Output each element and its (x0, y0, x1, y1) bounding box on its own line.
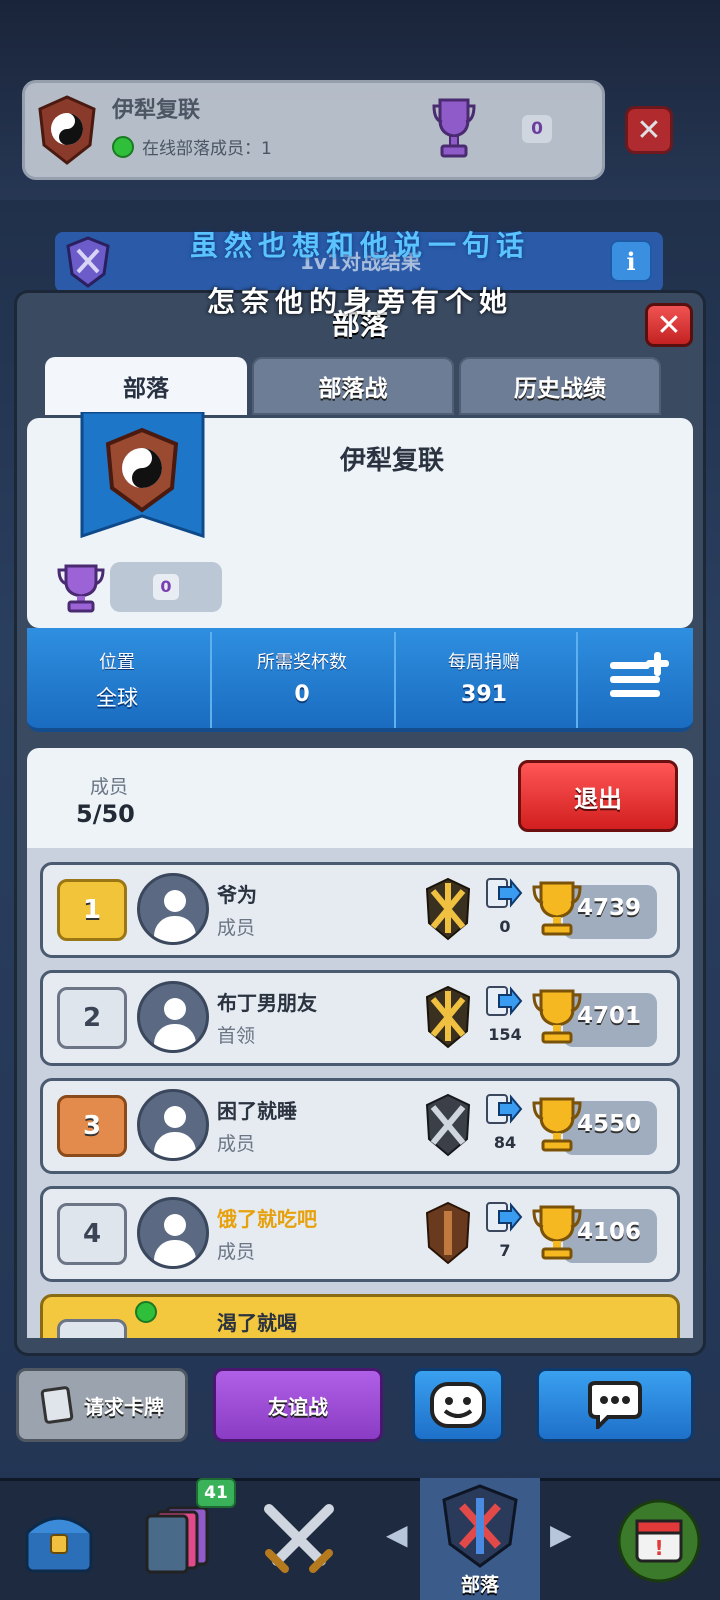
member-role: 首领 (217, 1025, 256, 1047)
donate-icon (486, 1202, 523, 1232)
member-name: 渴了就喝 (217, 1311, 297, 1335)
stat-location: 位置 全球 (27, 628, 207, 728)
avatar (137, 873, 209, 945)
member-trophies: 4701 (577, 1003, 642, 1029)
gold-sword-league-icon (425, 877, 471, 941)
menu-add-icon[interactable] (610, 652, 670, 702)
member-rank: 4 (57, 1203, 127, 1265)
members-label: 成员 (90, 776, 129, 798)
member-trophies: 4106 (577, 1219, 642, 1245)
online-members: 在线部落成员：1 (112, 134, 272, 159)
stat-weekly-donations: 每周捐赠 391 (396, 628, 572, 728)
gold-sword-league-icon (425, 985, 471, 1049)
silver-sword-league-icon (425, 1093, 471, 1157)
chat-button[interactable] (536, 1368, 694, 1442)
nav-right-arrow-icon[interactable]: ▶ (550, 1518, 572, 1551)
stat-required-trophies-value: 0 (294, 682, 310, 707)
donate-icon (486, 1094, 523, 1124)
clan-trophy-value: 0 (153, 574, 179, 600)
leave-clan-button[interactable]: 退出 (518, 760, 678, 832)
gold-trophy-icon (532, 1097, 582, 1152)
treasure-chest-icon (25, 1516, 93, 1573)
member-rank: 2 (57, 987, 127, 1049)
laurel-calendar-icon: ! (617, 1499, 701, 1583)
lyric-line-2: 怎奈他的身旁有个她 (206, 285, 513, 318)
member-row[interactable]: 3 困了就睡 成员 84 4550 (40, 1078, 680, 1174)
chat-bubble-icon (588, 1381, 642, 1429)
emote-face-icon (430, 1382, 486, 1428)
background-clan-name: 伊犁复联 (112, 98, 201, 123)
stat-weekly-donations-value: 391 (461, 682, 507, 707)
panel-close-button[interactable]: ✕ (645, 303, 693, 347)
trophy-icon (432, 98, 476, 158)
stat-divider (576, 632, 578, 728)
crossed-swords-icon (264, 1504, 334, 1573)
member-rank: 1 (57, 879, 127, 941)
member-role: 成员 (217, 1241, 256, 1263)
emote-button[interactable] (412, 1368, 504, 1442)
member-role: 成员 (217, 1133, 256, 1155)
bronze-league-icon (425, 1201, 471, 1265)
member-trophies: 4739 (577, 895, 642, 921)
members-count: 5/50 (76, 800, 135, 828)
clan-trophy-icon (57, 564, 105, 613)
member-row[interactable]: 1 爷为 成员 0 4739 (40, 862, 680, 958)
gold-trophy-icon (532, 881, 582, 936)
tab-clan-war[interactable]: 部落战 (252, 357, 454, 415)
member-trophies: 4550 (577, 1111, 642, 1137)
clan-banner-icon (80, 412, 205, 539)
svg-text:!: ! (654, 1536, 663, 1560)
clan-name: 伊犁复联 (340, 446, 445, 476)
request-cards-button[interactable]: 请求卡牌 (16, 1368, 188, 1442)
lyric-line-1: 虽然也想和他说一句话 (189, 229, 530, 262)
card-icon (40, 1386, 74, 1424)
stat-required-trophies-label: 所需奖杯数 (257, 652, 347, 673)
nav-events[interactable]: ! (598, 1478, 720, 1600)
request-cards-label: 请求卡牌 (84, 1394, 164, 1419)
member-name: 饿了就吃吧 (217, 1207, 317, 1231)
member-rank: 3 (57, 1095, 127, 1157)
member-name: 爷为 (217, 883, 257, 907)
tab-clan[interactable]: 部落 (45, 357, 247, 415)
stat-location-value: 全球 (96, 686, 138, 710)
clan-shield-icon (442, 1484, 518, 1568)
member-donations: 0 (499, 917, 511, 936)
member-donations: 154 (488, 1025, 522, 1044)
nav-battle[interactable] (240, 1478, 358, 1600)
donate-icon (486, 878, 523, 908)
member-row[interactable]: 渴了就喝 (40, 1294, 680, 1338)
clan-badge-icon (38, 95, 96, 165)
member-row[interactable]: 4 饿了就吃吧 成员 7 4106 (40, 1186, 680, 1282)
member-donations: 84 (493, 1133, 517, 1152)
member-rank (57, 1319, 127, 1338)
member-name: 困了就睡 (217, 1099, 297, 1123)
online-dot-icon (112, 135, 134, 158)
member-row[interactable]: 2 布丁男朋友 首领 154 4701 (40, 970, 680, 1066)
online-members-label: 在线部落成员：1 (142, 139, 272, 159)
stat-weekly-donations-label: 每周捐赠 (448, 652, 520, 673)
friendly-battle-button[interactable]: 友谊战 (213, 1368, 383, 1442)
member-name: 布丁男朋友 (217, 991, 317, 1015)
nav-left-arrow-icon[interactable]: ◀ (386, 1518, 408, 1551)
cards-count-badge: 41 (196, 1478, 236, 1508)
stat-required-trophies: 所需奖杯数 0 (212, 628, 392, 728)
member-donations: 7 (499, 1241, 511, 1260)
background-close-button[interactable]: ✕ (625, 106, 673, 154)
stat-location-label: 位置 (99, 652, 135, 673)
avatar (137, 1089, 209, 1161)
donate-icon (486, 986, 523, 1016)
gold-trophy-icon (532, 989, 582, 1044)
nav-clan-label: 部落 (460, 1574, 499, 1596)
nav-shop[interactable] (0, 1478, 118, 1600)
gold-trophy-icon (532, 1205, 582, 1260)
member-role: 成员 (217, 917, 256, 939)
online-dot-icon (135, 1301, 157, 1323)
avatar (137, 981, 209, 1053)
avatar (137, 1197, 209, 1269)
background-trophy-value: 0 (522, 115, 552, 143)
tab-history[interactable]: 历史战绩 (459, 357, 661, 415)
